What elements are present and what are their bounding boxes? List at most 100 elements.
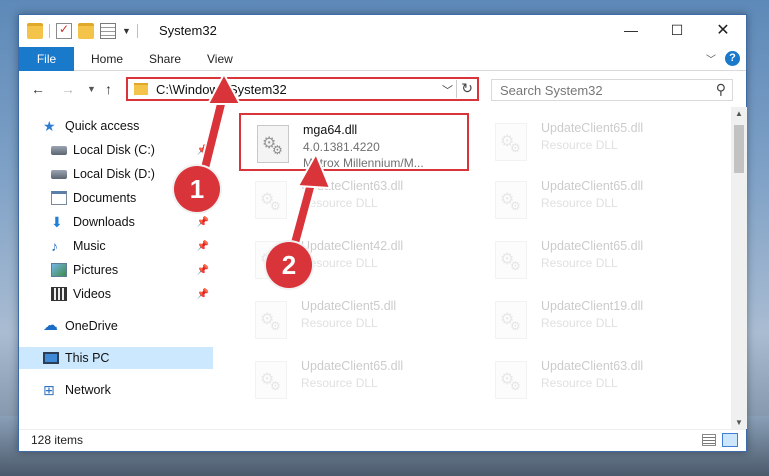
- large-icons-view-icon[interactable]: [722, 433, 738, 447]
- dll-file-icon: ⚙⚙: [495, 361, 527, 399]
- dll-file-icon: ⚙⚙: [495, 301, 527, 339]
- pin-icon[interactable]: 📌: [197, 289, 209, 300]
- file-name: UpdateClient63.dll: [541, 359, 644, 373]
- item-count: 128 items: [31, 433, 84, 447]
- refresh-icon[interactable]: ↻: [456, 80, 473, 98]
- pictures-icon: [51, 263, 67, 277]
- sidebar-item-quick-access[interactable]: ★ Quick access: [43, 115, 213, 137]
- sidebar-item-label: Downloads: [73, 215, 135, 229]
- file-explorer-window: ▼ System32 ― ☐ ✕ File Home Share View ﹀ …: [18, 14, 747, 452]
- sidebar-item-label: OneDrive: [65, 319, 118, 333]
- file-type: Resource DLL: [301, 316, 378, 330]
- downloads-icon: ⬇: [51, 214, 63, 230]
- disk-icon: [51, 169, 67, 179]
- sidebar-item-local-disk-c[interactable]: Local Disk (C:) 📌: [19, 139, 213, 161]
- address-dropdown-chevron-icon[interactable]: ﹀: [442, 82, 453, 98]
- file-name: UpdateClient65.dll: [541, 121, 644, 135]
- sidebar-item-pictures[interactable]: Pictures 📌: [19, 259, 213, 281]
- pin-icon[interactable]: 📌: [197, 241, 209, 252]
- sidebar-item-videos[interactable]: Videos 📌: [19, 283, 213, 305]
- dll-file-icon: ⚙⚙: [495, 241, 527, 279]
- quick-access-toolbar: ▼: [27, 22, 138, 39]
- file-item[interactable]: ⚙ ⚙ UpdateClient5.dll Resource DLL: [239, 291, 469, 349]
- forward-arrow-icon[interactable]: →: [61, 81, 75, 97]
- sidebar-item-label: Videos: [73, 287, 111, 301]
- properties-check-icon[interactable]: [56, 22, 72, 39]
- vertical-scrollbar[interactable]: ▲ ▼: [731, 107, 747, 429]
- file-item[interactable]: ⚙ ⚙ UpdateClient63.dll Resource DLL: [479, 351, 709, 409]
- close-button[interactable]: ✕: [700, 15, 746, 45]
- file-type: Resource DLL: [541, 376, 618, 390]
- file-item[interactable]: ⚙ ⚙ UpdateClient19.dll Resource DLL: [479, 291, 709, 349]
- new-folder-icon[interactable]: [78, 23, 94, 39]
- expand-ribbon-chevron-icon[interactable]: ﹀: [706, 51, 716, 66]
- scroll-down-arrow-icon[interactable]: ▼: [735, 418, 743, 427]
- file-type: Resource DLL: [541, 196, 618, 210]
- file-item[interactable]: ⚙ ⚙ UpdateClient65.dll Resource DLL: [479, 171, 709, 229]
- videos-icon: [51, 287, 67, 301]
- onedrive-icon: ☁: [43, 317, 58, 334]
- tab-home[interactable]: Home: [91, 52, 123, 66]
- file-type: Resource DLL: [541, 138, 618, 152]
- pin-icon[interactable]: 📌: [197, 265, 209, 276]
- scroll-up-arrow-icon[interactable]: ▲: [735, 109, 743, 118]
- up-arrow-icon[interactable]: ↑: [105, 81, 112, 97]
- file-name: UpdateClient5.dll: [301, 299, 397, 313]
- address-path[interactable]: C:\Windows\System32: [156, 82, 287, 97]
- search-input[interactable]: Search System32 ⚲: [491, 79, 733, 101]
- help-icon[interactable]: ?: [725, 51, 740, 66]
- toolbar-separator: [136, 24, 138, 38]
- minimize-button[interactable]: ―: [608, 15, 654, 45]
- file-item[interactable]: ⚙ ⚙ UpdateClient65.dll Resource DLL: [479, 231, 709, 289]
- sidebar-item-label: Pictures: [73, 263, 119, 277]
- maximize-button[interactable]: ☐: [654, 15, 700, 45]
- properties-icon[interactable]: [100, 23, 116, 39]
- dll-file-icon: ⚙⚙: [495, 123, 527, 161]
- address-bar[interactable]: C:\Windows\System32 ﹀ ↻: [126, 77, 479, 101]
- file-description: Matrox Millennium/M...: [303, 156, 424, 170]
- tab-share[interactable]: Share: [149, 52, 181, 66]
- tab-view[interactable]: View: [207, 52, 233, 66]
- dll-file-icon: ⚙⚙: [495, 181, 527, 219]
- sidebar-item-network[interactable]: ⊞ Network: [19, 379, 213, 401]
- search-placeholder: Search System32: [500, 83, 603, 98]
- step-1-badge: 1: [174, 166, 220, 212]
- file-version: 4.0.1381.4220: [303, 140, 380, 154]
- sidebar-item-music[interactable]: ♪ Music 📌: [19, 235, 213, 257]
- folder-icon: [134, 83, 148, 95]
- tab-file[interactable]: File: [19, 47, 74, 71]
- pin-icon[interactable]: 📌: [197, 217, 209, 228]
- details-view-icon[interactable]: [702, 434, 716, 446]
- file-type: Resource DLL: [541, 316, 618, 330]
- pin-icon[interactable]: 📌: [197, 145, 209, 156]
- sidebar-item-this-pc[interactable]: This PC: [19, 347, 213, 369]
- step-2-badge: 2: [266, 242, 312, 288]
- scrollbar-thumb[interactable]: [734, 125, 744, 173]
- file-item-mga64-dll[interactable]: ⚙ ⚙ mga64.dll 4.0.1381.4220 Matrox Millen…: [239, 113, 469, 171]
- file-item[interactable]: ⚙ ⚙ UpdateClient65.dll Resource DLL: [239, 351, 469, 409]
- file-name: UpdateClient19.dll: [541, 299, 644, 313]
- pc-icon: [43, 352, 59, 364]
- file-type: Resource DLL: [301, 196, 378, 210]
- window-title: System32: [159, 23, 217, 38]
- file-item[interactable]: ⚙ ⚙ UpdateClient65.dll Resource DLL: [479, 113, 709, 171]
- file-type: Resource DLL: [301, 376, 378, 390]
- star-icon: ★: [43, 118, 56, 134]
- sidebar-item-label: Music: [73, 239, 106, 253]
- music-icon: ♪: [51, 238, 58, 254]
- file-name: UpdateClient63.dll: [301, 179, 404, 193]
- dll-file-icon: ⚙⚙: [255, 361, 287, 399]
- file-name: UpdateClient65.dll: [301, 359, 404, 373]
- navigation-bar: ← → ▼ ↑ C:\Windows\System32 ﹀ ↻ Search S…: [19, 75, 746, 105]
- folder-icon[interactable]: [27, 23, 43, 39]
- sidebar-item-label: This PC: [65, 351, 110, 365]
- customize-toolbar-dropdown-icon[interactable]: ▼: [122, 26, 131, 36]
- sidebar-item-downloads[interactable]: ⬇ Downloads 📌: [19, 211, 213, 233]
- recent-locations-chevron-icon[interactable]: ▼: [87, 84, 96, 94]
- back-arrow-icon[interactable]: ←: [31, 81, 45, 97]
- search-icon[interactable]: ⚲: [716, 81, 726, 98]
- disk-icon: [51, 145, 67, 155]
- file-item[interactable]: ⚙ ⚙ UpdateClient63.dll Resource DLL: [239, 171, 469, 229]
- sidebar-item-onedrive[interactable]: ☁ OneDrive: [19, 315, 213, 337]
- sidebar-item-label: Network: [65, 383, 111, 397]
